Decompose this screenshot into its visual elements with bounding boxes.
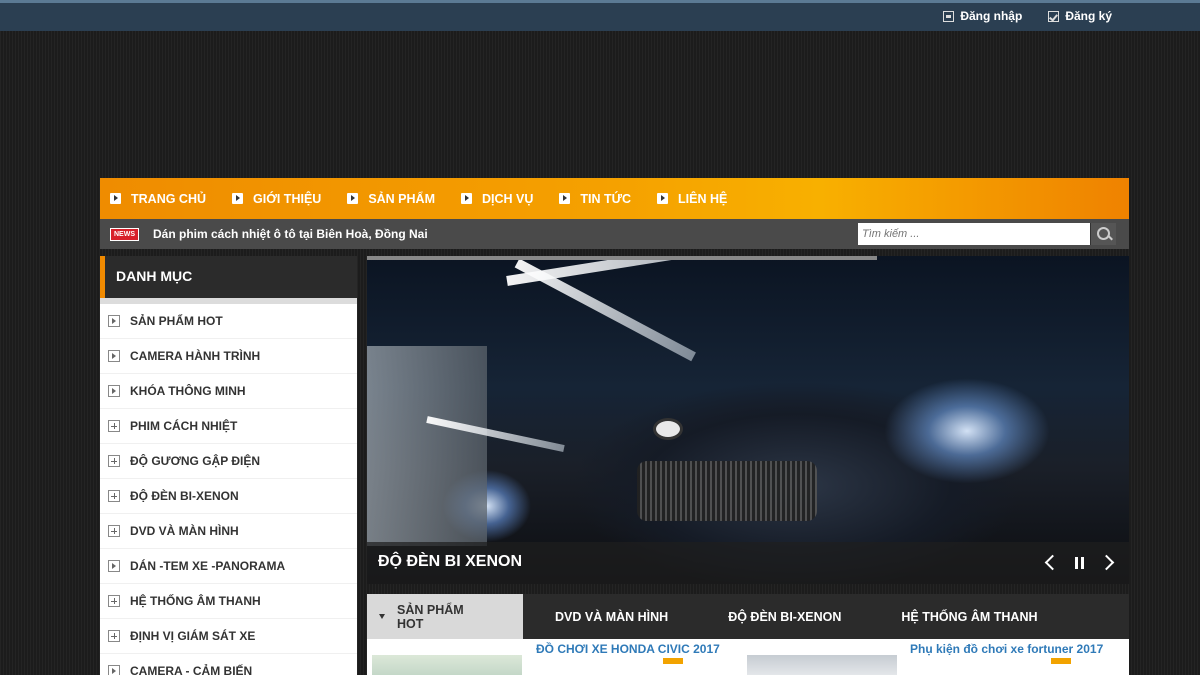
- chevron-right-icon[interactable]: [1101, 554, 1115, 572]
- arrow-box-icon: [108, 350, 120, 362]
- top-bar: Đăng nhập Đăng ký: [0, 0, 1200, 31]
- main-nav: TRANG CHỦ GIỚI THIỆU SẢN PHẨM DỊCH VỤ TI…: [100, 178, 1129, 219]
- tab-label: DVD VÀ MÀN HÌNH: [555, 609, 669, 624]
- register-link[interactable]: Đăng ký: [1048, 9, 1112, 23]
- hero-slider[interactable]: ĐỘ ĐÈN BI XENON: [367, 256, 1129, 584]
- play-square-icon: [347, 193, 359, 204]
- category-label: CAMERA - CẢM BIẾN: [130, 664, 253, 675]
- nav-item-products[interactable]: SẢN PHẨM: [347, 192, 435, 206]
- category-label: ĐỘ GƯƠNG GẬP ĐIỆN: [130, 454, 260, 468]
- search-input[interactable]: [858, 223, 1088, 245]
- category-label: ĐỊNH VỊ GIÁM SÁT XE: [130, 629, 256, 643]
- tab-label: HỆ THỐNG ÂM THANH: [901, 609, 1038, 624]
- category-label: PHIM CÁCH NHIỆT: [130, 419, 238, 433]
- plus-box-icon[interactable]: [108, 595, 120, 607]
- car-logo-icon: [653, 418, 683, 440]
- nav-label: SẢN PHẨM: [368, 191, 435, 206]
- chevron-left-icon[interactable]: [1043, 554, 1057, 572]
- main-content: ĐỘ ĐÈN BI XENON SẢN PHẨM HOT DVD VÀ MÀN …: [367, 256, 1129, 675]
- nav-label: LIÊN HỆ: [678, 191, 728, 206]
- play-square-icon: [232, 193, 243, 204]
- arrow-box-icon: [108, 315, 120, 327]
- nav-item-home[interactable]: TRANG CHỦ: [110, 192, 206, 206]
- nav-label: DỊCH VỤ: [481, 191, 534, 206]
- pause-icon[interactable]: [1073, 554, 1087, 572]
- plus-box-icon[interactable]: [108, 455, 120, 467]
- category-item-audio[interactable]: HỆ THỐNG ÂM THANH: [100, 584, 357, 619]
- slide-image-pillar: [367, 346, 487, 546]
- category-label: HỆ THỐNG ÂM THANH: [130, 594, 261, 608]
- category-item-camera-sensor[interactable]: CAMERA - CẢM BIẾN: [100, 654, 357, 675]
- category-item-dashcam[interactable]: CAMERA HÀNH TRÌNH: [100, 339, 357, 374]
- login-icon: [943, 10, 955, 22]
- category-label: DÁN -TEM XE -PANORAMA: [130, 559, 286, 573]
- category-item-panorama[interactable]: DÁN -TEM XE -PANORAMA: [100, 549, 357, 584]
- play-square-icon: [110, 193, 121, 204]
- play-square-icon: [559, 193, 571, 204]
- category-label: SẢN PHẨM HOT: [130, 314, 223, 328]
- category-label: ĐỘ ĐÈN BI-XENON: [130, 489, 239, 503]
- category-item-dvd[interactable]: DVD VÀ MÀN HÌNH: [100, 514, 357, 549]
- product-list: ĐỒ CHƠI XE HONDA CIVIC 2017 Phụ kiện đồ …: [367, 639, 1129, 675]
- product-thumbnail[interactable]: [747, 655, 897, 675]
- category-item-gps[interactable]: ĐỊNH VỊ GIÁM SÁT XE: [100, 619, 357, 654]
- plus-box-icon[interactable]: [108, 630, 120, 642]
- nav-label: TIN TỨC: [580, 191, 632, 206]
- category-label: DVD VÀ MÀN HÌNH: [130, 524, 239, 538]
- plus-box-icon[interactable]: [108, 525, 120, 537]
- tab-hot-products[interactable]: SẢN PHẨM HOT: [367, 594, 523, 639]
- product-title-link[interactable]: ĐỒ CHƠI XE HONDA CIVIC 2017: [536, 642, 720, 656]
- plus-box-icon[interactable]: [108, 420, 120, 432]
- nav-item-about[interactable]: GIỚI THIỆU: [232, 192, 321, 206]
- product-tabs: SẢN PHẨM HOT DVD VÀ MÀN HÌNH ĐỘ ĐÈN BI-X…: [367, 594, 1129, 639]
- play-square-icon: [460, 193, 472, 204]
- checkbox-icon: [1048, 10, 1060, 22]
- sidebar-title: DANH MỤC: [100, 256, 357, 298]
- nav-item-services[interactable]: DỊCH VỤ: [460, 191, 534, 206]
- account-links: Đăng nhập Đăng ký: [943, 9, 1112, 23]
- nav-label: GIỚI THIỆU: [253, 191, 322, 206]
- register-label: Đăng ký: [1065, 9, 1112, 23]
- login-link[interactable]: Đăng nhập: [943, 9, 1022, 23]
- category-item-mirror[interactable]: ĐỘ GƯƠNG GẬP ĐIỆN: [100, 444, 357, 479]
- arrow-box-icon: [108, 560, 120, 572]
- plus-box-icon[interactable]: [108, 490, 120, 502]
- category-label: KHÓA THÔNG MINH: [130, 384, 246, 398]
- nav-item-news[interactable]: TIN TỨC: [559, 192, 631, 206]
- nav-label: TRANG CHỦ: [131, 191, 206, 206]
- category-item-smart-lock[interactable]: KHÓA THÔNG MINH: [100, 374, 357, 409]
- category-sidebar: DANH MỤC SẢN PHẨM HOT CAMERA HÀNH TRÌNH …: [100, 256, 357, 675]
- play-square-icon: [657, 193, 669, 204]
- arrow-box-icon: [108, 665, 120, 675]
- tab-audio[interactable]: HỆ THỐNG ÂM THANH: [871, 594, 1067, 639]
- arrow-box-icon: [108, 385, 120, 397]
- product-title-link[interactable]: Phụ kiện đồ chơi xe fortuner 2017: [910, 642, 1103, 656]
- category-item-bixenon[interactable]: ĐỘ ĐÈN BI-XENON: [100, 479, 357, 514]
- tab-dvd[interactable]: DVD VÀ MÀN HÌNH: [523, 594, 698, 639]
- category-item-window-film[interactable]: PHIM CÁCH NHIỆT: [100, 409, 357, 444]
- rating-stars-icon: [1051, 658, 1071, 664]
- slide-image-light-beam: [514, 258, 696, 362]
- caret-down-icon: [379, 614, 385, 619]
- tab-label: ĐỘ ĐÈN BI-XENON: [728, 609, 842, 624]
- news-headline-link[interactable]: Dán phim cách nhiệt ô tô tại Biên Hoà, Đ…: [153, 227, 428, 241]
- category-label: CAMERA HÀNH TRÌNH: [130, 349, 261, 363]
- slide-caption-bar: ĐỘ ĐÈN BI XENON: [367, 542, 1129, 584]
- tab-label: SẢN PHẨM HOT: [397, 602, 464, 631]
- product-thumbnail[interactable]: [372, 655, 522, 675]
- rating-stars-icon: [663, 658, 683, 664]
- slider-progress-bar: [367, 256, 877, 260]
- slide-image-grille: [637, 461, 817, 521]
- page-container: TRANG CHỦ GIỚI THIỆU SẢN PHẨM DỊCH VỤ TI…: [100, 178, 1129, 675]
- login-label: Đăng nhập: [960, 9, 1023, 23]
- slide-caption[interactable]: ĐỘ ĐÈN BI XENON: [378, 553, 522, 571]
- tab-bixenon[interactable]: ĐỘ ĐÈN BI-XENON: [698, 594, 871, 639]
- search-box: [858, 223, 1116, 245]
- news-badge: NEWS: [110, 227, 139, 241]
- category-item-hot[interactable]: SẢN PHẨM HOT: [100, 304, 357, 339]
- search-button[interactable]: [1090, 223, 1116, 245]
- news-ticker: NEWS Dán phim cách nhiệt ô tô tại Biên H…: [100, 219, 1129, 249]
- nav-item-contact[interactable]: LIÊN HỆ: [657, 192, 727, 206]
